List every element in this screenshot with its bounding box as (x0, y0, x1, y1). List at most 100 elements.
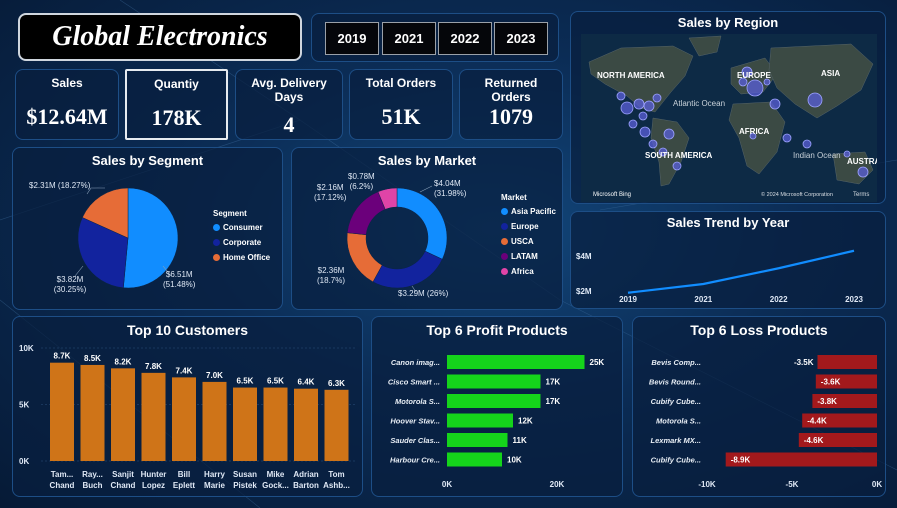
slice-value-text: $0.78M (348, 172, 375, 181)
legend-label: Africa (511, 267, 534, 276)
kpi-quantity-card: Quantiy 178K (125, 69, 228, 140)
legend-label: USCA (511, 237, 534, 246)
customer-value-label: 8.7K (54, 352, 71, 361)
loss-bar-0 (817, 355, 877, 369)
kpi-delivery-value: 4 (283, 112, 295, 137)
sales-by-region-panel: Sales by Region NORTH AMERICA EUROPE ASI… (570, 11, 886, 204)
trend-x-tick: 2021 (694, 295, 712, 304)
loss-product-label: Bevis Round... (649, 378, 701, 387)
slice-value-text: $2.36M (317, 266, 345, 275)
legend-label: Europe (511, 222, 539, 231)
customer-bar-1 (80, 364, 105, 461)
customer-name-label: Lopez (142, 481, 165, 490)
kpi-sales-label: Sales (51, 76, 83, 90)
map-terms-link[interactable]: Terms (853, 192, 869, 198)
customer-name-label: Tam... (51, 470, 74, 479)
customers-y-tick: 5K (19, 401, 29, 410)
customer-value-label: 6.5K (267, 377, 284, 386)
year-button-2021[interactable]: 2021 (382, 22, 436, 55)
year-button-2023[interactable]: 2023 (494, 22, 548, 55)
top-profit-bar-chart[interactable]: 0K 20K Canon imag... 25K Cisco Smart ... 17K M… (372, 317, 624, 498)
customer-name-label: Chand (111, 481, 136, 490)
market-slice-latam (347, 191, 386, 236)
map-label-australia: AUSTRA (847, 157, 877, 166)
customer-value-label: 7.8K (145, 362, 162, 371)
profit-product-label: Harbour Cre... (390, 456, 440, 465)
map-brand-text: Microsoft Bing (593, 192, 631, 198)
segment-home-office-label: $2.31M (18.27%) (29, 181, 91, 190)
customer-name-label: Bill (178, 470, 190, 479)
year-button-2019[interactable]: 2019 (325, 22, 379, 55)
profit-value-label: 10K (507, 456, 522, 465)
kpi-delivery-card: Avg. Delivery Days 4 (235, 69, 343, 140)
customer-name-label: Hunter (141, 470, 167, 479)
top-profit-panel: Top 6 Profit Products 0K 20K Canon imag...… (371, 316, 623, 497)
market-legend-usca[interactable]: USCA (501, 237, 556, 246)
market-legend-title: Market (501, 193, 527, 202)
market-legend-asia-pacific[interactable]: Asia Pacific (501, 207, 556, 216)
profit-x-tick: 20K (550, 480, 565, 489)
profit-bar-4 (447, 433, 508, 447)
segment-consumer-label: $6.51M (51.48%) (163, 270, 195, 290)
market-legend-africa[interactable]: Africa (501, 267, 556, 276)
customer-name-label: Adrian (293, 470, 318, 479)
slice-percent-text: (17.12%) (314, 193, 347, 202)
segment-legend: Segment Consumer Corporate Home Office (213, 209, 270, 268)
loss-product-label: Cubify Cube... (651, 397, 701, 406)
slice-percent-text: (6.2%) (349, 182, 374, 191)
segment-legend-consumer[interactable]: Consumer (213, 223, 270, 232)
slice-percent-text: (51.48%) (163, 280, 196, 289)
kpi-sales-value: $12.64M (26, 104, 108, 129)
market-legend-latam[interactable]: LATAM (501, 252, 556, 261)
world-map[interactable]: NORTH AMERICA EUROPE ASIA AFRICA SOUTH A… (581, 34, 877, 202)
market-slice-europe (372, 250, 443, 289)
market-europe-label: $3.29M (26%) (398, 289, 449, 298)
map-label-asia: ASIA (821, 69, 840, 78)
legend-dot-icon (501, 238, 508, 245)
top-loss-bar-chart[interactable]: -10K -5K 0K Bevis Comp... -3.5K Bevis Round..… (633, 317, 887, 498)
customers-y-tick: 10K (19, 344, 34, 353)
leader-line (419, 185, 433, 193)
customer-value-label: 6.5K (237, 377, 254, 386)
market-africa-label: $0.78M (6.2%) (348, 172, 375, 192)
market-latam-label: $2.16M (17.12%) (314, 183, 346, 203)
dashboard-title: Global Electronics (52, 21, 268, 52)
segment-legend-corporate[interactable]: Corporate (213, 238, 270, 247)
customer-name-label: Chand (50, 481, 75, 490)
customer-name-label: Sanjit (112, 470, 134, 479)
profit-x-tick: 0K (442, 480, 452, 489)
profit-bar-1 (447, 374, 541, 389)
profit-product-label: Hoover Stav... (390, 417, 440, 426)
slice-percent-text: (31.98%) (434, 189, 467, 198)
year-button-2022[interactable]: 2022 (438, 22, 492, 55)
map-label-north-america: NORTH AMERICA (597, 71, 665, 80)
loss-value-label: -4.4K (807, 417, 827, 426)
loss-value-label: -3.8K (817, 397, 837, 406)
customer-value-label: 7.0K (206, 371, 223, 380)
loss-product-label: Bevis Comp... (651, 358, 701, 367)
customer-bar-9 (324, 389, 349, 461)
customer-value-label: 8.2K (115, 357, 132, 366)
slice-value-text: $3.82M (56, 275, 84, 284)
segment-corporate-label: $3.82M (30.25%) (35, 275, 105, 295)
sales-trend-panel: Sales Trend by Year $4M $2M 2019 2021 2022 20… (570, 211, 886, 309)
sales-trend-line-chart[interactable]: $4M $2M 2019 2021 2022 2023 (571, 212, 887, 310)
profit-value-label: 11K (513, 436, 527, 445)
customer-name-label: Eplett (173, 481, 196, 490)
top-customers-bar-chart[interactable]: 10K 5K 0K 8.7K Tam... Chand 8.5K Ray... Buch 8.2K… (13, 317, 364, 498)
legend-dot-icon (501, 253, 508, 260)
legend-dot-icon (213, 254, 220, 261)
map-label-atlantic: Atlantic Ocean (673, 99, 725, 108)
kpi-returned-card: Returned Orders 1079 (459, 69, 563, 140)
legend-dot-icon (501, 223, 508, 230)
customer-bar-5 (202, 381, 227, 461)
market-legend-europe[interactable]: Europe (501, 222, 556, 231)
segment-legend-home-office[interactable]: Home Office (213, 253, 270, 262)
loss-x-tick: 0K (872, 480, 882, 489)
profit-bar-2 (447, 394, 541, 408)
legend-label: Consumer (223, 223, 263, 232)
profit-product-label: Cisco Smart ... (388, 378, 440, 387)
trend-x-tick: 2023 (845, 295, 863, 304)
sales-by-segment-panel: Sales by Segment $2.31M (18.27%) $3.82M(… (12, 147, 283, 310)
profit-value-label: 25K (590, 358, 605, 367)
